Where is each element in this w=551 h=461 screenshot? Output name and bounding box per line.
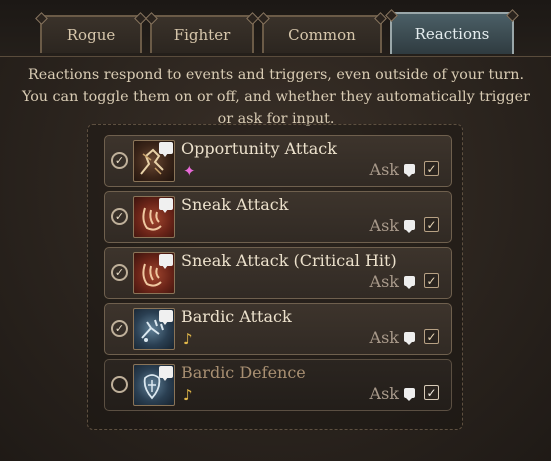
- tab-reactions[interactable]: Reactions: [385, 9, 519, 54]
- reactions-description: Reactions respond to events and triggers…: [22, 67, 530, 127]
- speech-bubble-icon: [404, 388, 415, 401]
- ask-checkbox[interactable]: ✓: [424, 217, 439, 232]
- sneak-attack-icon: [133, 196, 175, 238]
- reaction-name: Bardic Attack: [181, 307, 292, 326]
- reaction-toggle[interactable]: ✓: [111, 320, 128, 337]
- reaction-toggle[interactable]: ✓: [111, 208, 128, 225]
- tab-bar: Rogue Fighter Common Reactions: [0, 0, 551, 57]
- ask-label: Ask: [369, 160, 399, 179]
- reaction-name: Opportunity Attack: [181, 139, 337, 158]
- reaction-toggle[interactable]: [111, 376, 128, 393]
- tab-label: Rogue: [66, 26, 116, 44]
- tab-corner-ornament: [145, 12, 158, 25]
- reaction-row-bardic-attack[interactable]: ✓ Bardic Attack ♪ Ask ✓: [104, 303, 452, 355]
- reaction-name: Bardic Defence: [181, 363, 306, 382]
- speech-bubble-icon: [404, 276, 415, 289]
- check-icon: ✓: [114, 154, 125, 167]
- check-icon: ✓: [426, 329, 437, 344]
- tab-common[interactable]: Common: [257, 12, 387, 53]
- ask-badge-icon: [159, 366, 173, 381]
- tab-corner-ornament: [385, 9, 398, 22]
- opportunity-attack-icon: [133, 140, 175, 182]
- tab-rogue[interactable]: Rogue: [35, 12, 147, 53]
- tab-corner-ornament: [35, 12, 48, 25]
- tab-corner-ornament: [506, 9, 519, 22]
- ask-badge-icon: [159, 254, 173, 269]
- reaction-row-sneak-attack[interactable]: ✓ Sneak Attack Ask ✓: [104, 191, 452, 243]
- check-icon: ✓: [114, 322, 125, 335]
- reaction-row-opportunity-attack[interactable]: ✓ Opportunity Attack ✦ Ask ✓: [104, 135, 452, 187]
- ask-label: Ask: [369, 272, 399, 291]
- reactions-list: ✓ Opportunity Attack ✦ Ask ✓ ✓ Sneak Att…: [87, 124, 463, 430]
- speech-bubble-icon: [404, 220, 415, 233]
- tab-label: Fighter: [173, 26, 231, 44]
- check-icon: ✓: [114, 210, 125, 223]
- music-note-icon: ♪: [183, 330, 193, 348]
- ask-checkbox[interactable]: ✓: [424, 161, 439, 176]
- check-icon: ✓: [114, 266, 125, 279]
- ask-checkbox[interactable]: ✓: [424, 273, 439, 288]
- ask-checkbox[interactable]: ✓: [424, 385, 439, 400]
- ask-label: Ask: [369, 216, 399, 235]
- check-icon: ✓: [426, 385, 437, 400]
- reaction-toggle[interactable]: ✓: [111, 152, 128, 169]
- bardic-attack-icon: [133, 308, 175, 350]
- speech-bubble-icon: [404, 332, 415, 345]
- reaction-toggle[interactable]: ✓: [111, 264, 128, 281]
- ask-label: Ask: [369, 384, 399, 403]
- bardic-defence-icon: [133, 364, 175, 406]
- check-icon: ✓: [426, 273, 437, 288]
- tab-label: Reactions: [414, 25, 490, 43]
- ask-badge-icon: [159, 142, 173, 157]
- tab-corner-ornament: [257, 12, 270, 25]
- spark-icon: ✦: [183, 162, 196, 180]
- ask-label: Ask: [369, 328, 399, 347]
- check-icon: ✓: [426, 217, 437, 232]
- ask-checkbox[interactable]: ✓: [424, 329, 439, 344]
- reaction-row-bardic-defence[interactable]: Bardic Defence ♪ Ask ✓: [104, 359, 452, 411]
- music-note-icon: ♪: [183, 386, 193, 404]
- reaction-name: Sneak Attack: [181, 195, 289, 214]
- check-icon: ✓: [426, 161, 437, 176]
- tab-fighter[interactable]: Fighter: [145, 12, 259, 53]
- reaction-row-sneak-attack-critical-hit[interactable]: ✓ Sneak Attack (Critical Hit) Ask ✓: [104, 247, 452, 299]
- reaction-name: Sneak Attack (Critical Hit): [181, 251, 397, 270]
- speech-bubble-icon: [404, 164, 415, 177]
- tab-label: Common: [288, 26, 356, 44]
- ask-badge-icon: [159, 198, 173, 213]
- sneak-attack-icon: [133, 252, 175, 294]
- ask-badge-icon: [159, 310, 173, 325]
